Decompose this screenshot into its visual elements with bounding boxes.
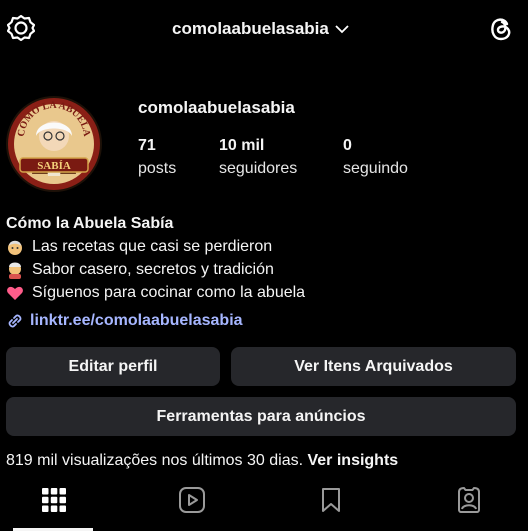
- ad-tools-button[interactable]: Ferramentas para anúncios: [6, 397, 516, 436]
- profile-username: comolaabuelasabia: [138, 98, 295, 117]
- threads-icon[interactable]: [487, 14, 515, 42]
- insights-text: 819 mil visualizações nos últimos 30 dia…: [6, 452, 304, 469]
- stat-following-value: 0: [343, 137, 352, 154]
- bio-line: Sabor casero, secretos y tradición: [6, 258, 305, 281]
- stat-posts[interactable]: 71 posts: [138, 137, 176, 178]
- tagged-icon[interactable]: [455, 486, 483, 514]
- stat-posts-value: 71: [138, 137, 156, 154]
- reels-icon[interactable]: [178, 486, 206, 514]
- header-username: comolaabuelasabia: [172, 19, 329, 38]
- cooking-grandmother-emoji-icon: [9, 262, 21, 279]
- stat-followers-label: seguidores: [219, 160, 298, 177]
- bio-line-2-text: Sabor casero, secretos y tradición: [32, 261, 274, 278]
- bio-line: Las recetas que casi se perdieron: [6, 235, 305, 258]
- bio-name: Cómo la Abuela Sabía: [6, 215, 174, 232]
- avatar-bottom-text: SABÍA: [37, 160, 71, 172]
- bio-line-3-text: Síguenos para cocinar como la abuela: [32, 284, 306, 301]
- settings-icon[interactable]: [7, 14, 35, 42]
- chevron-down-icon: [335, 25, 349, 34]
- account-switcher[interactable]: comolaabuelasabia: [172, 19, 349, 39]
- heart-emoji-icon: [7, 286, 23, 300]
- profile-tabs: [0, 486, 528, 531]
- stat-followers-value: 10 mil: [219, 137, 265, 154]
- avatar-illustration: COMO LA ABUELA SABÍA: [8, 98, 100, 190]
- bio: Cómo la Abuela Sabía Las recetas que cas…: [6, 212, 305, 304]
- grid-icon[interactable]: [40, 486, 68, 514]
- stat-following[interactable]: 0 seguindo: [343, 137, 408, 178]
- stat-posts-label: posts: [138, 160, 177, 177]
- bio-line-1-text: Las recetas que casi se perdieron: [32, 238, 273, 255]
- edit-profile-button[interactable]: Editar perfil: [6, 347, 220, 386]
- grandmother-emoji-icon: [8, 240, 22, 255]
- avatar[interactable]: COMO LA ABUELA SABÍA: [6, 96, 102, 192]
- stat-followers[interactable]: 10 mil seguidores: [219, 137, 297, 178]
- saved-icon[interactable]: [317, 486, 345, 514]
- bio-line: Síguenos para cocinar como la abuela: [6, 281, 305, 304]
- insights-summary: 819 mil visualizações nos últimos 30 dia…: [6, 452, 398, 470]
- bio-link[interactable]: linktr.ee/comolaabuelasabia: [6, 312, 243, 330]
- insights-link[interactable]: Ver insights: [307, 452, 398, 469]
- bio-link-text: linktr.ee/comolaabuelasabia: [30, 312, 243, 329]
- archived-items-button[interactable]: Ver Itens Arquivados: [231, 347, 516, 386]
- link-icon: [8, 314, 22, 328]
- top-bar: comolaabuelasabia: [0, 0, 528, 58]
- stat-following-label: seguindo: [343, 160, 408, 177]
